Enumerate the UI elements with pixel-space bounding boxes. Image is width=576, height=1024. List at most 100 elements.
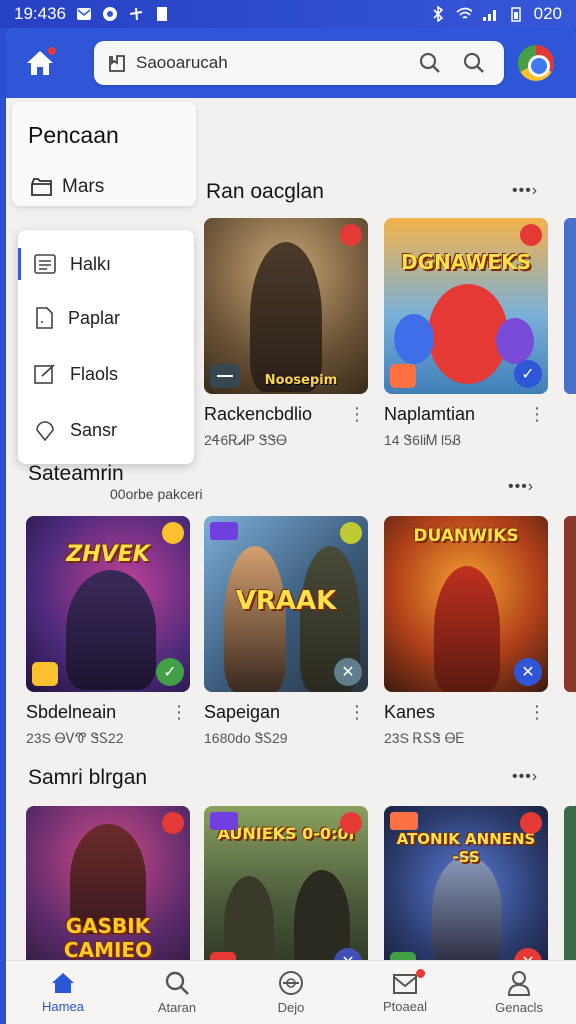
nav-search[interactable]: Ataran	[120, 961, 234, 1024]
game-art-title: VRAAK	[235, 586, 337, 616]
status-time: 19:436	[14, 4, 66, 23]
game-card[interactable]: GASBIK CAMIEO	[26, 806, 190, 982]
browser-logo-button[interactable]	[518, 45, 554, 81]
home-icon	[52, 973, 74, 993]
tools-icon: ✕	[514, 658, 542, 686]
search-button[interactable]	[412, 45, 448, 81]
section-subtitle: 00orbe pakceri	[110, 486, 203, 502]
game-card[interactable]: AUNIEKS 0-0:0I ✕	[204, 806, 368, 982]
dropdown-item-label: Halkı	[70, 253, 112, 274]
section-title: Sateamrin	[28, 462, 124, 485]
game-thumbnail: AUNIEKS 0-0:0I ✕	[204, 806, 368, 982]
section-title: Samri blrgan	[28, 766, 148, 789]
hot-badge	[340, 812, 362, 834]
dropdown-item-label: Paplar	[68, 307, 121, 328]
file-icon	[36, 307, 53, 329]
next-card-peek[interactable]	[564, 806, 576, 982]
search-bar[interactable]: Saooarucah	[94, 41, 504, 85]
game-card[interactable]: DGNAWEKS ✓ Naplamtian ⋮ 14 Ꮥ6lᎥᎷ l5Ᏸ	[384, 218, 548, 448]
sim-icon	[154, 6, 170, 22]
game-art-title: GASBIK CAMIEO	[63, 914, 153, 962]
game-art-title: DUANWIKS	[413, 526, 519, 546]
game-art-title: ATONIK ANNENS -SS	[396, 830, 536, 866]
nav-label: Ataran	[157, 1000, 197, 1015]
dropdown-item-label: Sansr	[70, 419, 118, 440]
notification-dot	[48, 47, 56, 55]
game-title: Kanes	[384, 702, 436, 722]
see-more-button[interactable]: •••›	[508, 478, 534, 496]
side-panel-title: Pencaan	[28, 122, 119, 148]
see-more-button[interactable]: •••›	[512, 768, 538, 786]
game-title: Sapeigan	[204, 702, 281, 722]
bottom-navigation: Hamea Ataran Dejo Ptoaeal Genacls	[6, 960, 576, 1024]
installed-check-icon: ✓	[156, 658, 184, 686]
hot-badge	[162, 812, 184, 834]
more-options-icon[interactable]: ⋮	[528, 404, 546, 425]
hot-badge	[340, 522, 362, 544]
search-icon	[165, 971, 189, 995]
battery-icon	[508, 6, 524, 22]
game-title: Rackencbdlio	[204, 404, 313, 424]
hot-badge	[520, 224, 542, 246]
nav-label: Ptoaeal	[382, 999, 428, 1014]
search-label: Saooarucah	[136, 53, 228, 72]
game-thumbnail: Noosepim	[204, 218, 368, 394]
more-options-icon[interactable]: ⋮	[348, 404, 366, 425]
game-thumbnail: GASBIK CAMIEO	[26, 806, 190, 982]
nav-label: Dejo	[277, 1000, 305, 1015]
next-card-peek[interactable]	[564, 516, 576, 692]
game-art-title: Noosepim	[264, 373, 338, 388]
see-more-button[interactable]: •••›	[512, 182, 538, 200]
next-card-peek[interactable]	[564, 218, 576, 394]
game-card[interactable]: ZHVEK ✓ Sbdelneain ⋮ 23S ᎾᏙᏡ ᏕᏚ22	[26, 516, 190, 746]
app-notification-icon	[102, 6, 118, 22]
home-button[interactable]	[18, 41, 62, 85]
controller-icon	[210, 364, 240, 388]
game-meta: 23S ᎡᏚᏕ ᎾᎬ	[384, 730, 465, 746]
game-meta: 1680do ᏕᏚ29	[204, 730, 288, 746]
game-meta: 23S ᎾᏙᏡ ᏕᏚ22	[26, 730, 124, 746]
app-window: Saooarucah Pencaan Mars Halkı Paplar Fla…	[6, 28, 576, 1024]
game-card[interactable]: Noosepim Rackencbdlio ⋮ 2Ꮞ6ᎡᏗᏢ ᏕᏕᎾ	[204, 218, 368, 448]
signal-icon	[482, 6, 498, 22]
dropdown-menu: Halkı Paplar Flaols Sansr	[18, 230, 194, 464]
game-card[interactable]: DUANWIKS ✕ Kanes ⋮ 23S ᎡᏚᏕ ᎾᎬ	[384, 516, 548, 746]
game-title: Sbdelneain	[26, 702, 117, 722]
hot-badge	[340, 224, 362, 246]
nav-label: Genacls	[495, 1000, 543, 1015]
airplane-icon	[128, 6, 144, 22]
side-panel-mars-item[interactable]: Mars	[30, 176, 104, 198]
status-bar: 19:436 020	[0, 0, 576, 28]
dropdown-item-paplar[interactable]: Paplar	[18, 292, 194, 344]
nav-genacls[interactable]: Genacls	[462, 961, 576, 1024]
pin-icon	[36, 421, 54, 442]
game-thumbnail: VRAAK ✕	[204, 516, 368, 692]
hot-badge	[520, 812, 542, 834]
notification-dot	[416, 969, 426, 978]
dropdown-item-flaols[interactable]: Flaols	[18, 348, 194, 400]
disc-icon	[279, 971, 303, 995]
installed-check-icon: ✓	[514, 360, 542, 388]
game-thumbnail: DUANWIKS ✕	[384, 516, 548, 692]
nav-label: Hamea	[42, 999, 84, 1014]
nav-home[interactable]: Hamea	[6, 961, 120, 1024]
side-panel: Pencaan Mars	[12, 102, 196, 206]
game-card[interactable]: ATONIK ANNENS -SS ✕	[384, 806, 548, 982]
wifi-icon	[456, 6, 472, 22]
new-badge	[390, 812, 418, 830]
nav-dejo[interactable]: Dejo	[234, 961, 348, 1024]
more-options-icon[interactable]: ⋮	[170, 702, 188, 723]
nav-ptoaeal[interactable]: Ptoaeal	[348, 961, 462, 1024]
more-options-icon[interactable]: ⋮	[528, 702, 546, 723]
inbox-icon	[393, 974, 417, 994]
more-options-icon[interactable]: ⋮	[348, 702, 366, 723]
new-badge	[210, 812, 238, 830]
game-card[interactable]: VRAAK ✕ Sapeigan ⋮ 1680do ᏕᏚ29	[204, 516, 368, 746]
dropdown-item-halki[interactable]: Halkı	[18, 238, 194, 290]
mail-icon	[76, 6, 92, 22]
game-category-icon	[390, 364, 416, 388]
game-meta: 2Ꮞ6ᎡᏗᏢ ᏕᏕᎾ	[204, 432, 288, 448]
battery-percent: 020	[533, 4, 562, 23]
search-secondary-button[interactable]	[456, 45, 492, 81]
dropdown-item-sansr[interactable]: Sansr	[18, 404, 194, 456]
